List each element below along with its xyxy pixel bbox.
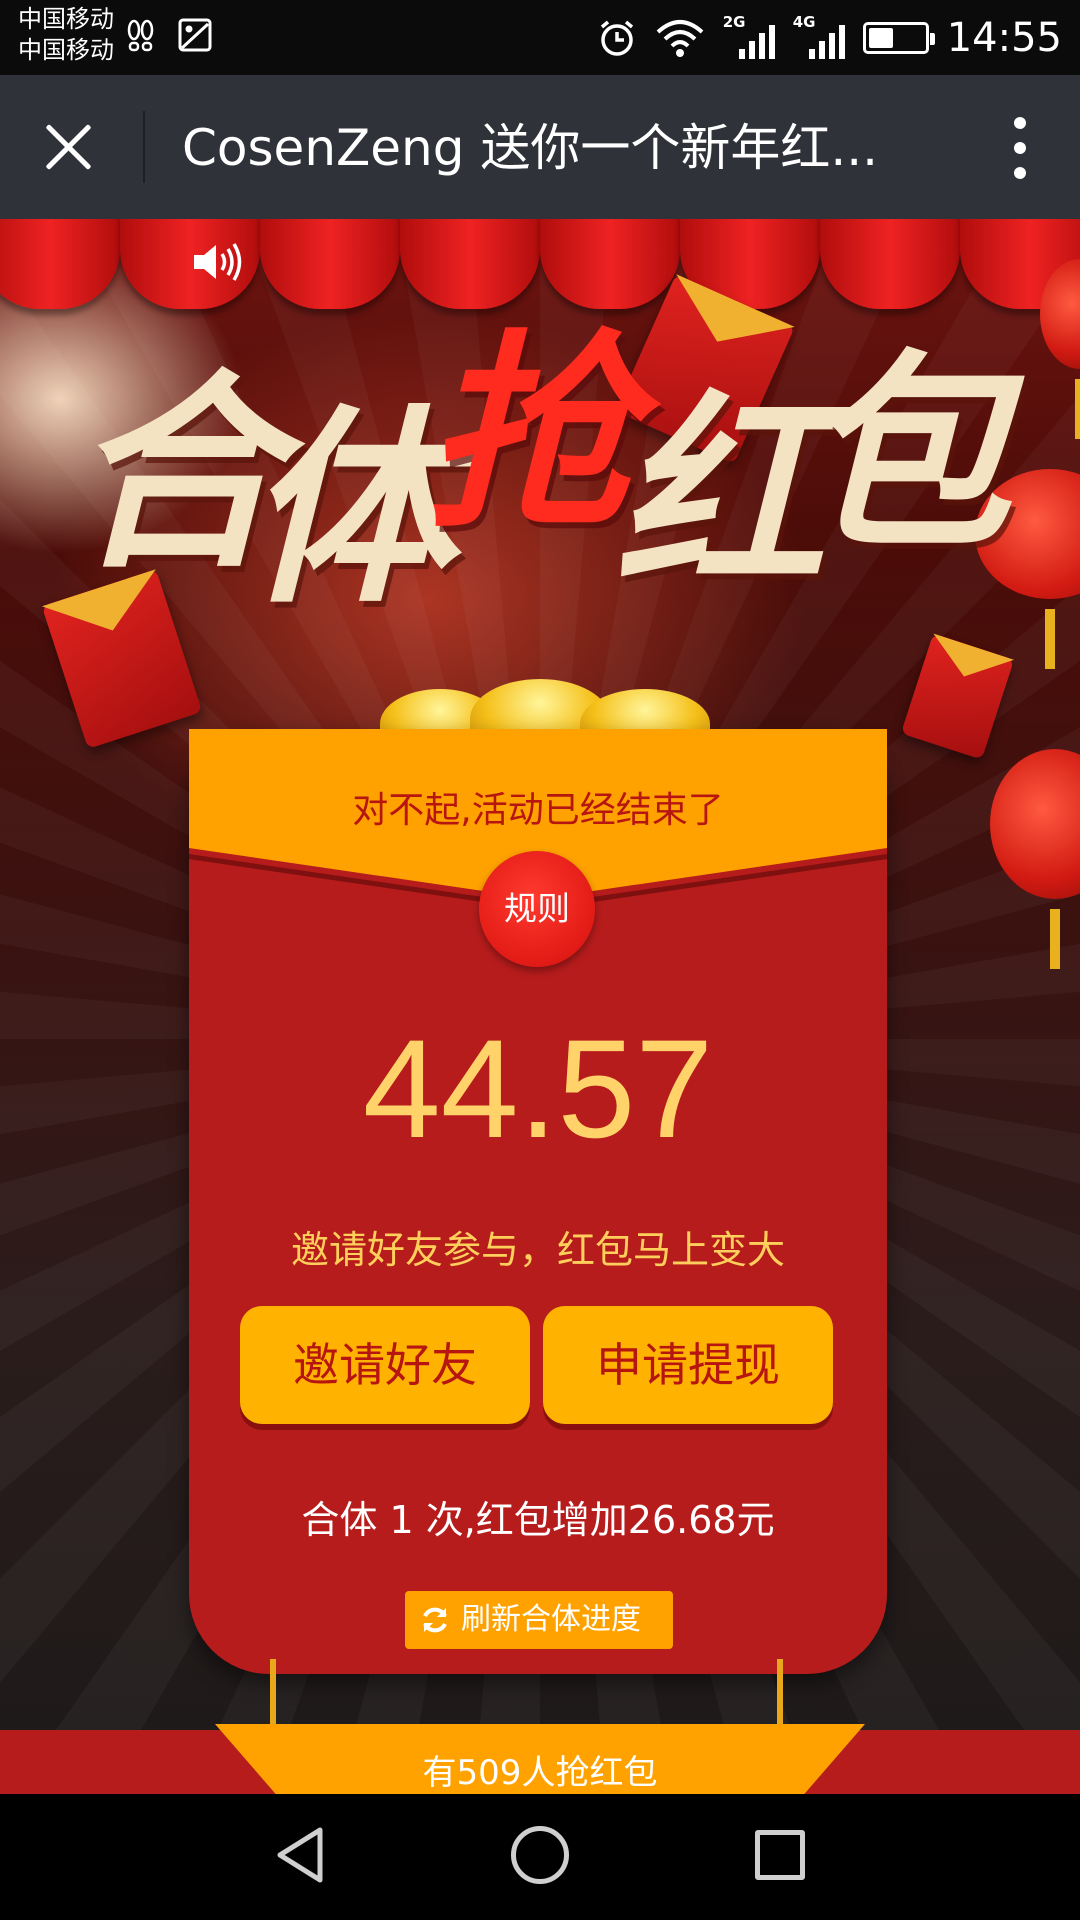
- carrier-2: 中国移动: [18, 36, 114, 64]
- image-icon: [178, 18, 212, 52]
- carrier-1: 中国移动: [18, 5, 114, 33]
- signal-2g-icon: 2G: [723, 13, 775, 61]
- activity-ended-notice: 对不起,活动已经结束了: [352, 790, 724, 831]
- speaker-icon[interactable]: [190, 241, 244, 283]
- recent-apps-icon[interactable]: [755, 1830, 805, 1880]
- invite-hint: 邀请好友参与，红包马上变大: [290, 1228, 785, 1272]
- headline-char: 包: [800, 330, 1011, 577]
- home-icon[interactable]: [511, 1826, 569, 1884]
- refresh-icon: [423, 1607, 447, 1633]
- participants-count: 有509人抢红包: [422, 1753, 658, 1793]
- status-bar: 中国移动 中国移动 2G 4G 14:55: [0, 0, 1080, 75]
- curtain-decoration: [0, 219, 1080, 309]
- refresh-progress-button[interactable]: 刷新合体进度: [405, 1591, 673, 1649]
- red-packet-card: 对不起,活动已经结束了 规则 44.57 邀请好友参与，红包马上变大 邀请好友 …: [189, 729, 887, 1674]
- packet-amount: 44.57: [362, 1010, 714, 1167]
- page-title: CosenZeng 送你一个新年红...: [182, 119, 879, 177]
- divider: [143, 111, 145, 183]
- clock: 14:55: [946, 15, 1062, 61]
- rules-button[interactable]: 规则: [479, 851, 595, 967]
- more-vertical-icon[interactable]: [1010, 117, 1030, 179]
- refresh-label: 刷新合体进度: [461, 1602, 641, 1637]
- browser-top-bar: CosenZeng 送你一个新年红...: [0, 75, 1080, 219]
- system-nav-bar: [0, 1794, 1080, 1920]
- red-packet-page: 合 体 抢 红 包 对不起,活动已经结束了 规则 44.57 邀请好友参与，红包…: [0, 219, 1080, 1794]
- signal-4g-icon: 4G: [793, 13, 845, 61]
- headline: 合 体 抢 红 包: [70, 329, 1010, 629]
- headline-char: 抢: [425, 310, 636, 557]
- battery-icon: [862, 22, 935, 54]
- headline-char: 红: [615, 370, 826, 617]
- back-icon[interactable]: [270, 1824, 330, 1886]
- invite-friends-button[interactable]: 邀请好友: [240, 1306, 530, 1424]
- withdraw-button[interactable]: 申请提现: [543, 1306, 833, 1424]
- close-icon[interactable]: [40, 119, 96, 175]
- alarm-icon: [600, 20, 633, 56]
- headline-char: 体: [245, 385, 456, 632]
- footprint-icon: [127, 19, 154, 52]
- combine-status: 合体 1 次,红包增加26.68元: [301, 1498, 775, 1542]
- battery-level: [868, 28, 893, 48]
- wifi-icon: [656, 20, 704, 57]
